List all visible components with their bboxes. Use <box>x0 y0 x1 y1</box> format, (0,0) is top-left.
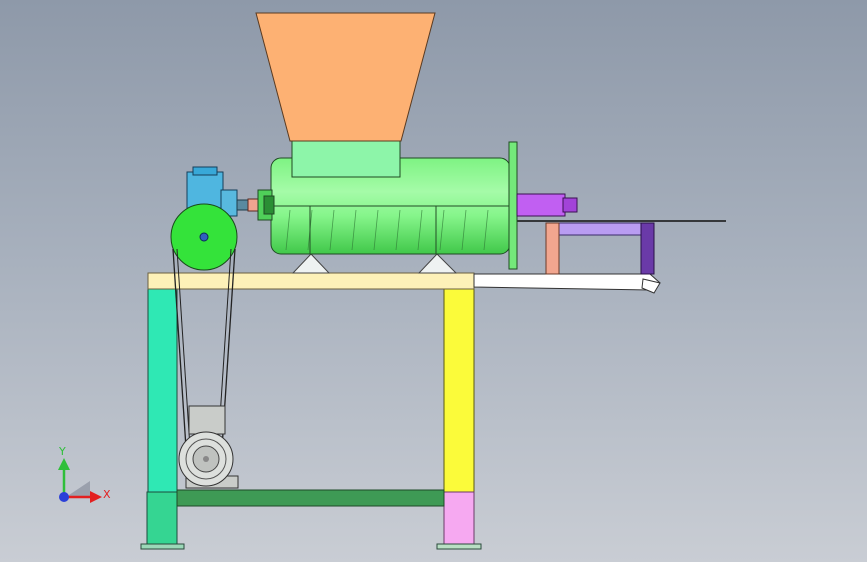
y-axis-arrow <box>58 458 70 470</box>
side-leg-right[interactable] <box>640 222 655 275</box>
left-foot-plate[interactable] <box>140 543 185 550</box>
cad-viewport[interactable]: Y X <box>0 0 867 562</box>
outlet-motor[interactable] <box>516 193 578 217</box>
y-axis-label: Y <box>58 445 66 458</box>
machine-assembly-drawing: Y X <box>58 12 726 550</box>
feed-box[interactable] <box>291 140 401 178</box>
side-frame-top[interactable] <box>545 222 655 236</box>
right-leg[interactable] <box>443 272 475 493</box>
x-axis-label: X <box>103 488 111 501</box>
coordinate-triad: Y X <box>58 445 111 503</box>
side-support-frame <box>516 220 726 275</box>
left-foot-block[interactable] <box>146 491 178 547</box>
hopper[interactable] <box>255 12 436 142</box>
left-leg[interactable] <box>147 272 178 493</box>
right-foot-plate[interactable] <box>436 543 482 550</box>
support-right[interactable] <box>417 253 458 274</box>
barrel-supports <box>291 253 458 274</box>
bottom-beam[interactable] <box>176 489 445 507</box>
discharge-chute[interactable] <box>473 273 661 294</box>
top-beam[interactable] <box>147 272 475 290</box>
right-foot-block[interactable] <box>443 491 475 547</box>
support-left[interactable] <box>291 253 331 274</box>
x-axis-arrow <box>90 491 102 503</box>
origin-marker <box>59 492 69 502</box>
coupling[interactable] <box>236 189 275 221</box>
drive-pulley[interactable] <box>170 203 238 271</box>
end-flange[interactable] <box>508 141 518 270</box>
side-leg-left[interactable] <box>545 222 560 275</box>
